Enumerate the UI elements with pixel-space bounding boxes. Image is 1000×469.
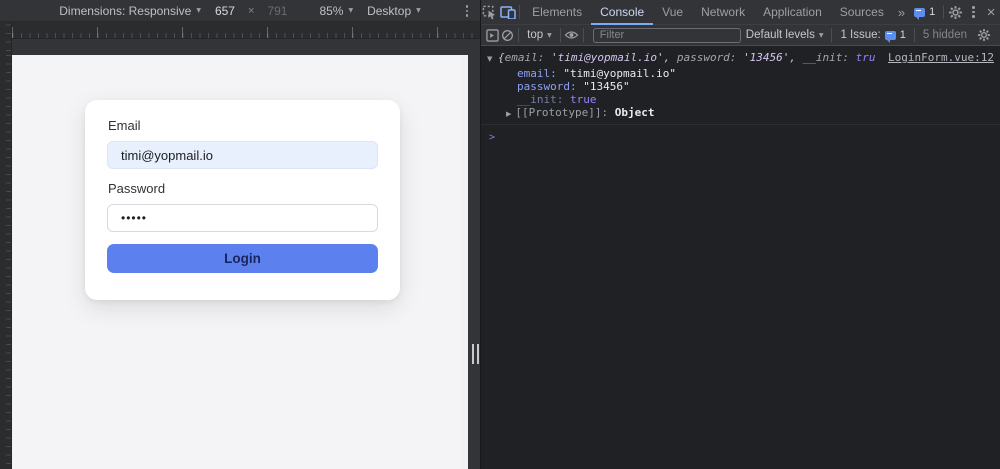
throttling-selector[interactable]: Desktop ▼ (367, 4, 421, 18)
dimensions-multiply-sign: × (247, 4, 255, 17)
dimensions-label: Dimensions: Responsive (59, 3, 192, 18)
email-label: Email (108, 118, 141, 133)
object-properties: email: "timi@yopmail.io" password: "1345… (517, 67, 994, 106)
device-width-field[interactable]: 657 (215, 4, 235, 18)
console-log-entry: ▼ {email: 'timi@yopmail.io', password: '… (481, 47, 1000, 125)
password-label: Password (108, 181, 166, 196)
issues-icon (914, 7, 926, 20)
pane-resize-handle[interactable] (472, 344, 479, 364)
device-mode-toolbar: Dimensions: Responsive ▼ 657 × 791 85% ▼… (0, 0, 480, 22)
device-type-value: Desktop (367, 3, 412, 18)
chevron-down-icon: ▼ (196, 7, 201, 14)
page-scrollbar[interactable] (462, 55, 468, 469)
tab-sources[interactable]: Sources (831, 0, 893, 25)
settings-gear-icon[interactable] (947, 0, 965, 24)
password-field[interactable] (107, 204, 378, 232)
collapse-object-icon[interactable]: ▼ (487, 51, 498, 66)
log-levels-selector[interactable]: Default levels ▼ (741, 29, 829, 41)
prompt-chevron-icon: > (489, 132, 496, 143)
console-filter-input[interactable] (592, 27, 741, 43)
device-mode-menu-icon[interactable] (460, 3, 474, 19)
more-tabs-icon[interactable]: » (893, 5, 909, 20)
zoom-value: 85% (319, 3, 344, 18)
clear-console-icon[interactable] (500, 23, 515, 47)
prototype-row[interactable]: ▶ [[Prototype]]: Object (506, 106, 994, 121)
dimensions-selector[interactable]: Dimensions: Responsive ▼ (59, 4, 201, 18)
tab-vue[interactable]: Vue (653, 0, 692, 25)
property-row-password[interactable]: password: "13456" (517, 80, 994, 93)
console-sidebar-icon[interactable] (485, 23, 500, 47)
close-devtools-icon[interactable]: × (982, 0, 1000, 24)
live-expression-eye-icon[interactable] (563, 23, 580, 47)
chevron-down-icon: ▼ (547, 31, 552, 39)
toggle-device-toolbar-icon[interactable] (499, 0, 517, 24)
horizontal-ruler (12, 22, 480, 39)
device-emulation-pane: Dimensions: Responsive ▼ 657 × 791 85% ▼… (0, 0, 480, 469)
vertical-ruler (0, 22, 12, 469)
device-stage: Email Password Login (12, 39, 480, 469)
devtools-menu-icon[interactable] (965, 0, 983, 24)
javascript-context-selector[interactable]: top ▼ (522, 29, 557, 41)
devtools-tabbar: Elements Console Vue Network Application… (481, 0, 1000, 25)
inspect-element-icon[interactable] (481, 0, 499, 24)
tab-elements[interactable]: Elements (523, 0, 591, 25)
tab-application[interactable]: Application (754, 0, 831, 25)
device-height-field[interactable]: 791 (267, 4, 287, 18)
chevron-down-icon: ▼ (818, 31, 824, 39)
emulated-page: Email Password Login (12, 55, 468, 469)
issues-counter[interactable]: 1 (909, 6, 940, 20)
login-button[interactable]: Login (107, 244, 378, 273)
console-output: ▼ {email: 'timi@yopmail.io', password: '… (481, 47, 1000, 469)
object-preview: {email: 'timi@yopmail.io', password: '13… (498, 51, 876, 66)
property-row-init[interactable]: __init: true (517, 93, 994, 106)
email-field[interactable] (107, 141, 378, 169)
tab-console[interactable]: Console (591, 0, 653, 25)
hidden-messages-label: 5 hidden (922, 29, 967, 41)
login-card: Email Password Login (85, 100, 400, 300)
devtools-pane: Elements Console Vue Network Application… (480, 0, 1000, 469)
issues-link[interactable]: 1 Issue: 1 (835, 29, 910, 43)
source-location-link[interactable]: LoginForm.vue:12 (888, 51, 994, 64)
expand-prototype-icon[interactable]: ▶ (506, 110, 515, 118)
devtools-window: Dimensions: Responsive ▼ 657 × 791 85% ▼… (0, 0, 1000, 469)
property-row-email[interactable]: email: "timi@yopmail.io" (517, 67, 994, 80)
issues-icon (884, 30, 896, 43)
tab-network[interactable]: Network (692, 0, 754, 25)
zoom-selector[interactable]: 85% ▼ (319, 4, 353, 18)
console-settings-gear-icon[interactable] (972, 23, 996, 47)
console-prompt[interactable]: > (481, 125, 1000, 144)
console-toolbar: top ▼ Default levels ▼ 1 Issue: (481, 25, 1000, 46)
chevron-down-icon: ▼ (416, 7, 421, 14)
chevron-down-icon: ▼ (348, 7, 354, 14)
